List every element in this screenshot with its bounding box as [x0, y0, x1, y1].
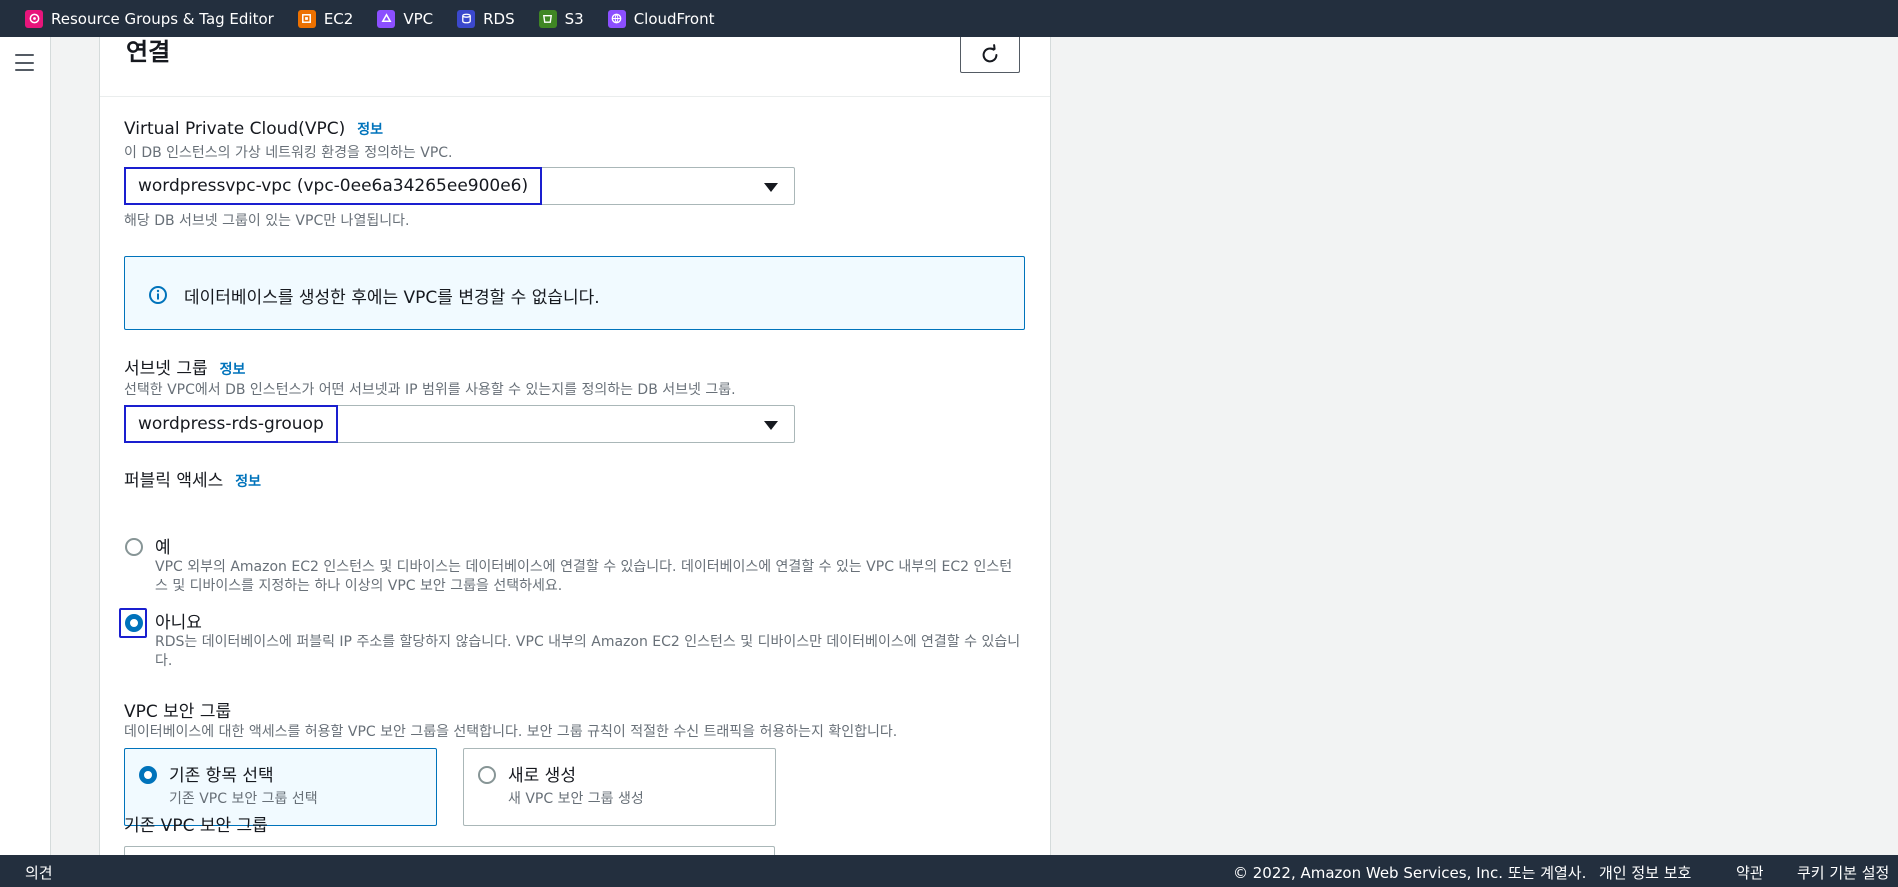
info-circle-icon — [149, 286, 167, 304]
privacy-link[interactable]: 개인 정보 보호 — [1599, 862, 1691, 883]
vpc-hint: 해당 DB 서브넷 그룹이 있는 VPC만 나열됩니다. — [124, 213, 410, 229]
favorite-label: CloudFront — [633, 9, 715, 28]
favorite-rds[interactable]: RDS — [457, 9, 515, 28]
tile-subtitle: 기존 VPC 보안 그룹 선택 — [169, 791, 318, 807]
create-new-radio[interactable] — [478, 766, 496, 784]
refresh-button[interactable] — [960, 37, 1020, 73]
public-access-yes-label: 예 — [155, 538, 171, 558]
favorite-ec2[interactable]: EC2 — [297, 9, 354, 28]
refresh-icon — [982, 43, 998, 62]
cookie-preferences-link[interactable]: 쿠키 기본 설정 — [1797, 862, 1889, 883]
vpc-description: 이 DB 인스턴스의 가상 네트워킹 환경을 정의하는 VPC. — [124, 145, 453, 161]
ec2-icon — [297, 9, 316, 28]
security-group-label: VPC 보안 그룹 — [124, 702, 232, 722]
subnet-select[interactable]: wordpress-rds-grouop — [124, 405, 795, 443]
favorite-vpc[interactable]: VPC — [377, 9, 434, 28]
favorite-label: RDS — [483, 9, 515, 28]
favorite-label: S3 — [564, 9, 584, 28]
tile-create-new[interactable]: 새로 생성 새 VPC 보안 그룹 생성 — [463, 748, 776, 826]
resource-groups-icon — [25, 9, 43, 28]
vpc-selected-value: wordpressvpc-vpc (vpc-0ee6a34265ee900e6) — [124, 167, 543, 205]
caret-down-icon — [764, 183, 778, 192]
favorite-label: Resource Groups & Tag Editor — [51, 9, 274, 28]
copyright-text: © 2022, Amazon Web Services, Inc. 또는 계열사… — [1233, 864, 1587, 882]
public-access-no-label: 아니요 — [155, 613, 202, 633]
rds-icon — [457, 9, 476, 28]
existing-group-select[interactable] — [124, 846, 775, 855]
info-alert: 데이터베이스를 생성한 후에는 VPC를 변경할 수 없습니다. — [124, 256, 1025, 330]
favorite-label: VPC — [403, 9, 434, 28]
section-title: 연결 — [126, 38, 171, 66]
connectivity-panel: 연결 Virtual Private Cloud(VPC) 정보 이 DB 인스턴… — [99, 37, 1051, 855]
alert-text: 데이터베이스를 생성한 후에는 VPC를 변경할 수 없습니다. — [184, 288, 600, 308]
side-navigation — [0, 37, 51, 855]
existing-group-label: 기존 VPC 보안 그룹 — [124, 816, 268, 836]
subnet-label: 서브넷 그룹 — [124, 359, 208, 379]
cloudfront-icon — [607, 9, 626, 28]
subnet-selected-value: wordpress-rds-grouop — [124, 405, 338, 443]
vpc-select[interactable]: wordpressvpc-vpc (vpc-0ee6a34265ee900e6) — [124, 167, 795, 205]
hamburger-menu-icon[interactable] — [15, 54, 34, 71]
favorite-s3[interactable]: S3 — [538, 9, 584, 28]
feedback-link[interactable]: 의견 — [25, 862, 53, 883]
public-access-no-radio[interactable] — [125, 614, 143, 632]
public-access-yes-description: VPC 외부의 Amazon EC2 인스턴스 및 디바이스는 데이터베이스에 … — [155, 559, 1013, 594]
vpc-info-link[interactable]: 정보 — [357, 122, 383, 138]
subnet-info-link[interactable]: 정보 — [220, 362, 246, 378]
security-group-description: 데이터베이스에 대한 액세스를 허용할 VPC 보안 그룹을 선택합니다. 보안… — [124, 724, 898, 740]
public-access-label: 퍼블릭 액세스 — [124, 471, 224, 491]
favorite-resource-groups[interactable]: Resource Groups & Tag Editor — [25, 9, 274, 28]
caret-down-icon — [764, 421, 778, 430]
subnet-label-row: 서브넷 그룹 정보 — [124, 354, 245, 379]
tile-title: 새로 생성 — [508, 766, 576, 786]
favorites-bar: Resource Groups & Tag Editor EC2 VPC RDS… — [0, 0, 1898, 37]
subnet-description: 선택한 VPC에서 DB 인스턴스가 어떤 서브넷과 IP 범위를 사용할 수 … — [124, 382, 736, 398]
vpc-icon — [377, 9, 396, 28]
vpc-label-row: Virtual Private Cloud(VPC) 정보 — [124, 119, 383, 139]
public-access-yes-radio[interactable] — [125, 538, 143, 556]
public-access-no-description: RDS는 데이터베이스에 퍼블릭 IP 주소를 할당하지 않습니다. VPC 내… — [155, 634, 1021, 669]
tile-title: 기존 항목 선택 — [169, 766, 274, 786]
public-access-info-link[interactable]: 정보 — [235, 474, 261, 490]
favorite-label: EC2 — [323, 9, 354, 28]
vpc-label: Virtual Private Cloud(VPC) — [124, 119, 346, 139]
favorite-cloudfront[interactable]: CloudFront — [607, 9, 715, 28]
panel-header: 연결 — [100, 37, 1050, 97]
tile-subtitle: 새 VPC 보안 그룹 생성 — [508, 791, 644, 807]
public-access-label-row: 퍼블릭 액세스 정보 — [124, 466, 261, 491]
s3-icon — [538, 9, 557, 28]
choose-existing-radio[interactable] — [139, 766, 157, 784]
terms-link[interactable]: 약관 — [1736, 862, 1764, 883]
footer: 의견 © 2022, Amazon Web Services, Inc. 또는 … — [0, 855, 1898, 887]
